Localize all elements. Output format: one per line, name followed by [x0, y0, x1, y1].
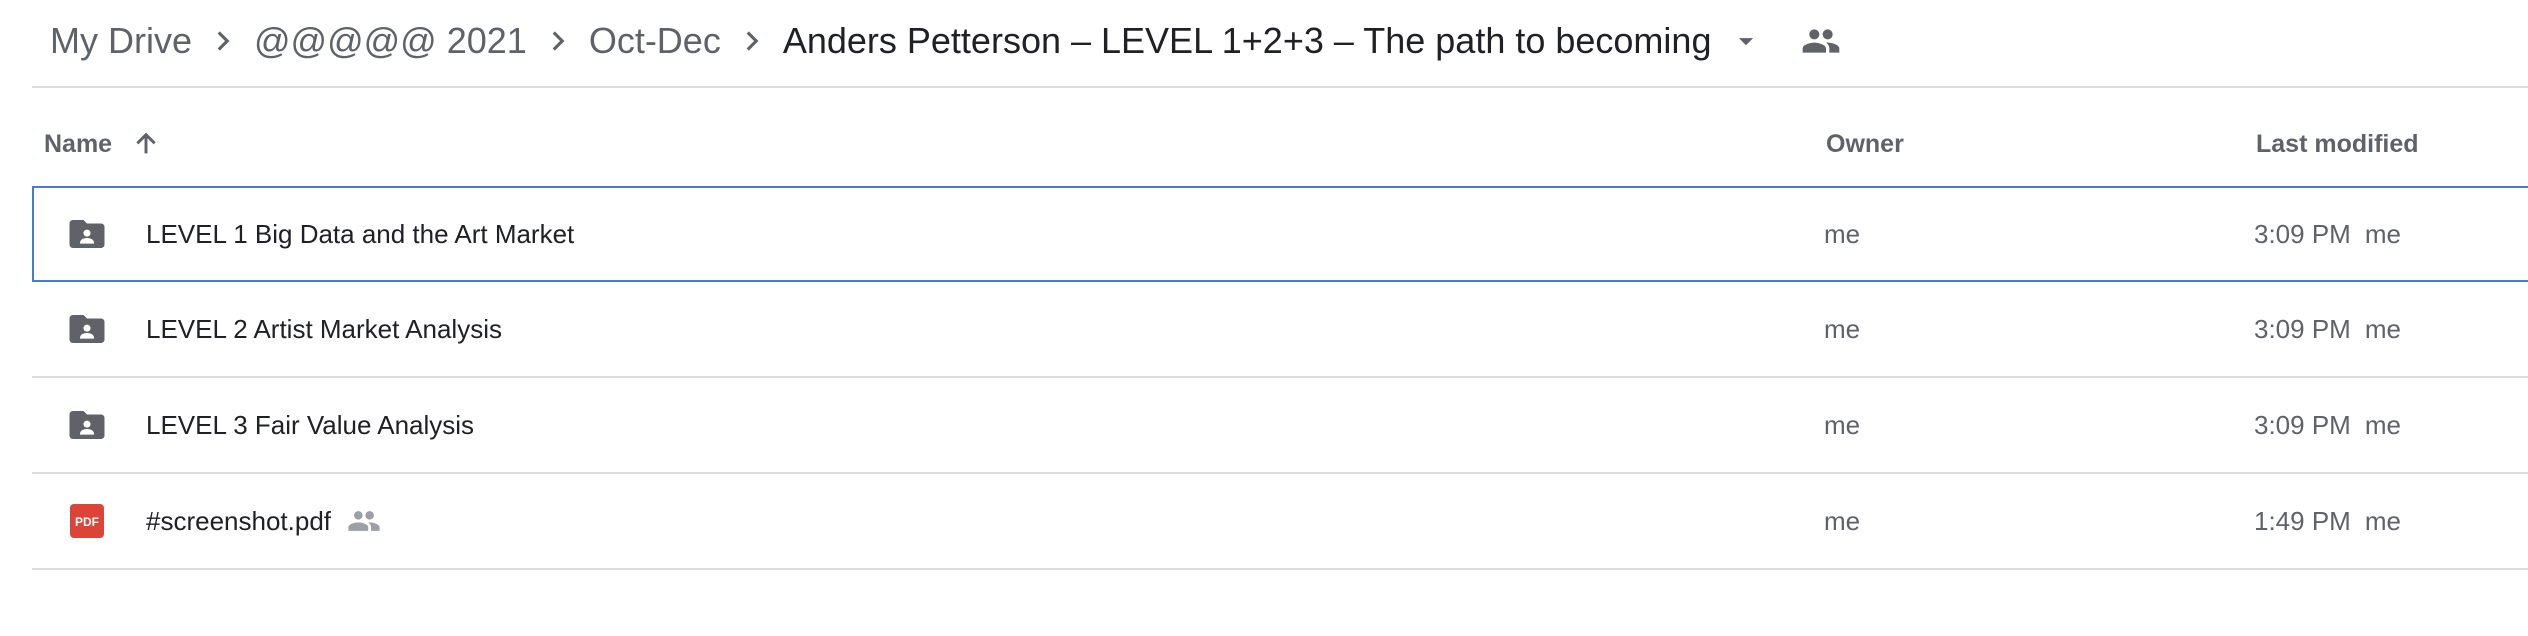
modified-by: me — [2364, 313, 2401, 344]
modified-time: 3:09 PM — [2254, 313, 2351, 344]
last-modified-column-header[interactable]: Last modified — [2256, 110, 2419, 178]
file-list: LEVEL 1 Big Data and the Art Market me 3… — [32, 186, 2528, 570]
file-modified: 3:09 PM me — [2254, 282, 2401, 376]
file-name: LEVEL 1 Big Data and the Art Market — [146, 218, 575, 249]
file-owner: me — [1824, 313, 1861, 344]
pdf-icon: PDF — [66, 474, 104, 568]
file-owner: me — [1824, 409, 1861, 440]
file-row[interactable]: LEVEL 1 Big Data and the Art Market me 3… — [32, 186, 2528, 282]
chevron-right-icon — [192, 24, 254, 58]
breadcrumb-my-drive[interactable]: My Drive — [50, 20, 192, 62]
shared-folder-icon — [66, 188, 108, 280]
file-modified: 3:09 PM me — [2254, 378, 2401, 472]
chevron-right-icon — [527, 24, 589, 58]
breadcrumb: My Drive @@@@@ 2021 Oct-Dec Anders Pette… — [50, 0, 1841, 82]
drive-file-list: My Drive @@@@@ 2021 Oct-Dec Anders Pette… — [0, 0, 2528, 636]
file-name: LEVEL 3 Fair Value Analysis — [146, 409, 475, 440]
file-modified: 3:09 PM me — [2254, 188, 2401, 280]
file-name: LEVEL 2 Artist Market Analysis — [146, 313, 502, 344]
people-icon[interactable] — [1801, 21, 1841, 61]
modified-time: 3:09 PM — [2254, 218, 2351, 249]
modified-by: me — [2364, 505, 2401, 536]
divider — [32, 86, 2528, 88]
name-header-label: Name — [44, 129, 113, 158]
pdf-icon-label: PDF — [75, 515, 99, 529]
file-name-text: #screenshot.pdf — [146, 505, 332, 536]
file-row[interactable]: LEVEL 2 Artist Market Analysis me 3:09 P… — [32, 282, 2528, 378]
breadcrumb-oct-dec[interactable]: Oct-Dec — [589, 20, 721, 62]
breadcrumb-year-folder[interactable]: @@@@@ 2021 — [254, 20, 527, 62]
shared-folder-icon — [66, 282, 108, 376]
file-modified: 1:49 PM me — [2254, 474, 2401, 568]
name-column-header[interactable]: Name — [44, 110, 162, 178]
modified-by: me — [2364, 409, 2401, 440]
file-row[interactable]: LEVEL 3 Fair Value Analysis me 3:09 PM m… — [32, 378, 2528, 474]
owner-column-header[interactable]: Owner — [1826, 110, 1904, 178]
shared-folder-icon — [66, 378, 108, 472]
file-name: #screenshot.pdf — [146, 474, 381, 568]
breadcrumb-current-folder[interactable]: Anders Petterson – LEVEL 1+2+3 – The pat… — [783, 20, 1712, 62]
modified-time: 1:49 PM — [2254, 505, 2351, 536]
modified-time: 3:09 PM — [2254, 409, 2351, 440]
file-owner: me — [1824, 505, 1861, 536]
modified-by: me — [2364, 218, 2401, 249]
chevron-right-icon — [721, 24, 783, 58]
column-header-row: Name Owner Last modified — [32, 110, 2528, 178]
file-row[interactable]: PDF #screenshot.pdf me 1:49 PM me — [32, 474, 2528, 570]
dropdown-arrow-icon[interactable] — [1729, 24, 1763, 58]
file-owner: me — [1824, 218, 1861, 249]
arrow-up-icon[interactable] — [130, 128, 162, 160]
people-icon — [347, 504, 381, 538]
